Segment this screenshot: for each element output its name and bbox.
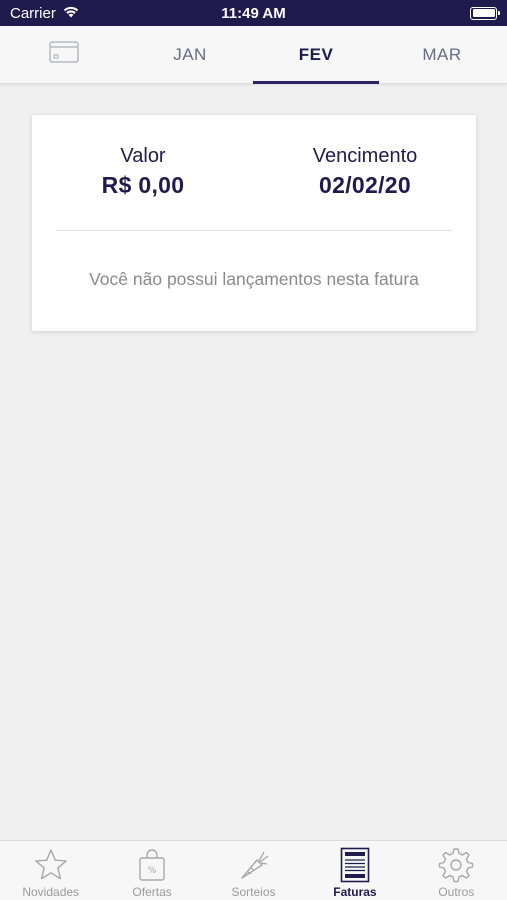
svg-text:%: % [148, 866, 157, 876]
value-label: Valor [120, 145, 166, 167]
value-amount: R$ 0,00 [101, 172, 185, 198]
nav-item-sorteios[interactable]: Sorteios [203, 841, 304, 900]
nav-item-outros[interactable]: Outros [406, 841, 507, 900]
due-label: Vencimento [312, 145, 418, 167]
nav-label-faturas: Faturas [333, 885, 377, 899]
due-column: Vencimento 02/02/20 [254, 145, 476, 199]
nav-label-sorteios: Sorteios [231, 885, 276, 899]
invoice-icon [336, 847, 374, 883]
status-bar: Carrier 11:49 AM [0, 0, 507, 26]
star-icon [32, 847, 70, 883]
nav-item-faturas[interactable]: Faturas [304, 841, 405, 900]
nav-label-novidades: Novidades [22, 885, 80, 899]
invoice-summary: Valor R$ 0,00 Vencimento 02/02/20 [32, 145, 476, 199]
carrot-icon [235, 847, 273, 883]
tab-jan[interactable]: JAN [127, 26, 253, 83]
tab-mar[interactable]: MAR [379, 26, 505, 83]
nav-label-outros: Outros [438, 885, 475, 899]
tab-card[interactable] [0, 26, 127, 83]
gear-icon [437, 847, 475, 883]
wifi-icon [62, 5, 80, 22]
carrier-label: Carrier [10, 4, 56, 22]
nav-label-ofertas: Ofertas [132, 885, 172, 899]
empty-message: Você não possui lançamentos nesta fatura [89, 269, 419, 289]
nav-item-novidades[interactable]: Novidades [0, 841, 101, 900]
credit-card-icon [48, 41, 79, 68]
due-date: 02/02/20 [319, 172, 411, 198]
card-divider [56, 230, 452, 231]
invoice-card: Valor R$ 0,00 Vencimento 02/02/20 Você n… [32, 115, 476, 331]
month-tabs: JAN FEV MAR [0, 26, 507, 84]
tab-fev[interactable]: FEV [253, 26, 379, 84]
battery-icon [470, 6, 500, 20]
shopping-bag-icon: % [133, 847, 171, 883]
value-column: Valor R$ 0,00 [32, 145, 254, 199]
status-left: Carrier [10, 5, 80, 22]
bottom-nav: Novidades % Ofertas Sorteios Faturas Out… [0, 840, 507, 900]
nav-item-ofertas[interactable]: % Ofertas [101, 841, 202, 900]
